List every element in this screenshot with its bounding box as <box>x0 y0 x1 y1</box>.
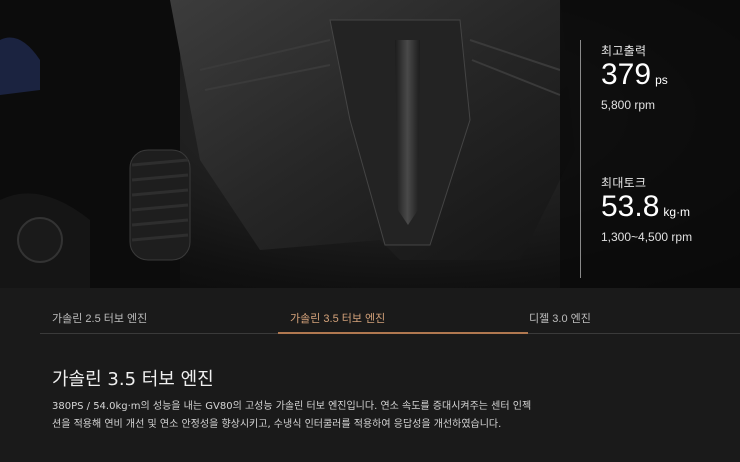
engine-tabs: 가솔린 2.5 터보 엔진 가솔린 3.5 터보 엔진 디젤 3.0 엔진 <box>40 310 740 334</box>
spec-max-torque: 최대토크 53.8 kg·m 1,300~4,500 rpm <box>601 174 692 244</box>
spec-max-power: 최고출력 379 ps 5,800 rpm <box>601 42 668 112</box>
max-power-value: 379 ps <box>601 59 668 96</box>
max-torque-unit: kg·m <box>663 205 691 219</box>
tab-gasoline-3-5-turbo[interactable]: 가솔린 3.5 터보 엔진 <box>278 310 528 334</box>
max-power-number: 379 <box>601 58 652 91</box>
max-torque-rpm: 1,300~4,500 rpm <box>601 230 693 244</box>
max-power-unit: ps <box>655 73 668 87</box>
max-torque-value: 53.8 kg·m <box>601 191 692 228</box>
max-power-label: 최고출력 <box>601 44 647 58</box>
max-power-rpm: 5,800 rpm <box>601 98 656 112</box>
engine-description: 380PS / 54.0kg·m의 성능을 내는 GV80의 고성능 가솔린 터… <box>52 401 532 430</box>
max-torque-label: 최대토크 <box>601 176 647 190</box>
max-torque-number: 53.8 <box>601 190 660 223</box>
spec-divider <box>580 40 581 278</box>
tab-diesel-3-0[interactable]: 디젤 3.0 엔진 <box>517 310 717 333</box>
section-title: 가솔린 3.5 터보 엔진 <box>52 369 214 390</box>
tab-gasoline-2-5-turbo[interactable]: 가솔린 2.5 터보 엔진 <box>40 310 278 333</box>
